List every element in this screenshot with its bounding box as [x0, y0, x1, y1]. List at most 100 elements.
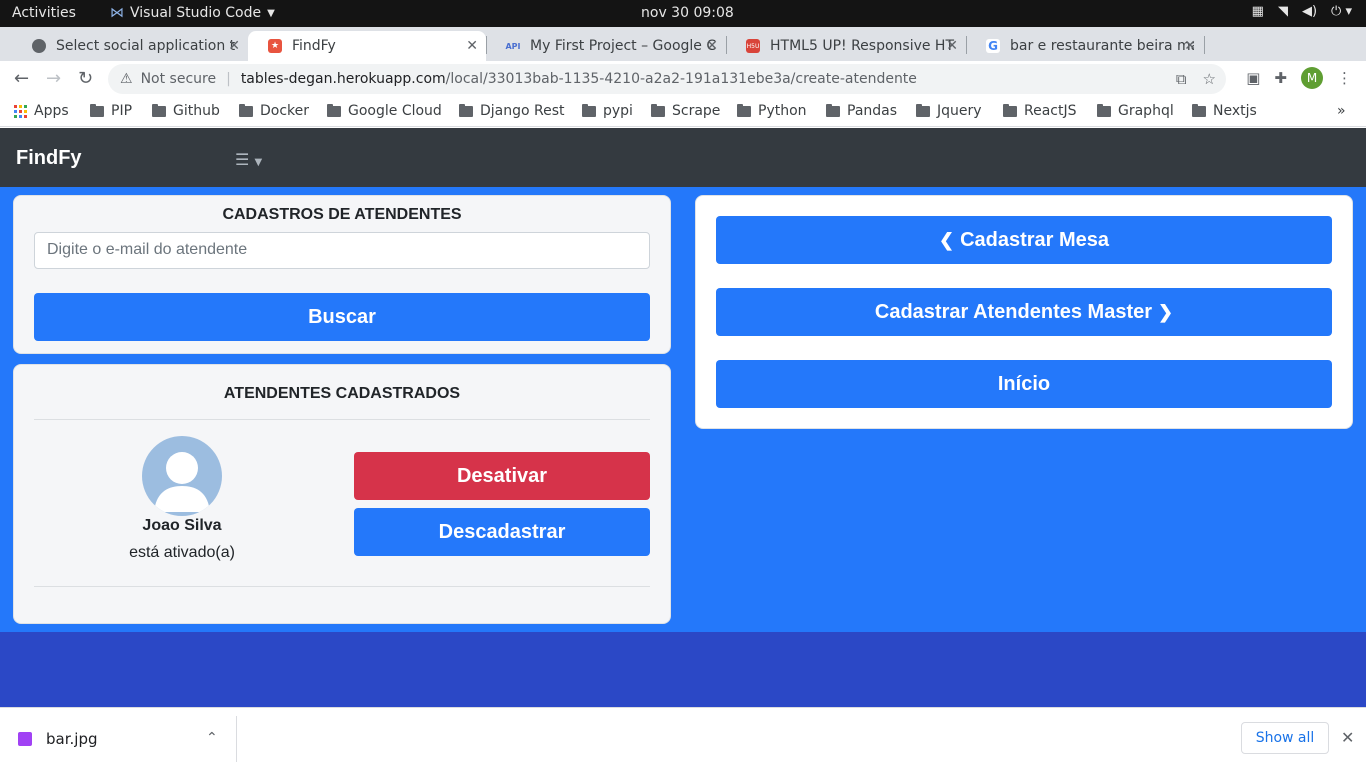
folder-icon [90, 103, 104, 117]
folder-icon [152, 103, 166, 117]
home-button[interactable]: Início [716, 360, 1332, 408]
downloads-bar: bar.jpg ⌃ Show all ✕ [0, 707, 1366, 768]
google-icon: G [986, 39, 1000, 53]
power-icon: ⏻ ▾ [1331, 4, 1352, 19]
forward-arrow-icon[interactable]: → [46, 68, 61, 89]
bookmark-folder[interactable]: Pandas [826, 103, 897, 119]
tab-google-search[interactable]: G bar e restaurante beira ma ✕ [966, 31, 1204, 61]
bookmark-label: PIP [111, 103, 133, 119]
translate-icon[interactable]: ⧉ [1176, 70, 1187, 88]
app-name: Visual Studio Code [130, 5, 262, 21]
tab-html5up[interactable]: H5U HTML5 UP! Responsive HT ✕ [726, 31, 966, 61]
bookmark-folder[interactable]: Github [152, 103, 220, 119]
bookmark-label: pypi [603, 103, 633, 119]
app-menu[interactable]: ⋈ Visual Studio Code ▼ [110, 5, 275, 21]
star-icon[interactable]: ☆ [1203, 70, 1216, 88]
divider [34, 419, 650, 420]
back-arrow-icon[interactable]: ← [14, 68, 29, 89]
app-navbar: FindFy ☰ ▼ [0, 128, 1366, 187]
bookmark-label: Apps [34, 103, 69, 119]
bookmark-label: Google Cloud [348, 103, 442, 119]
bookmark-folder[interactable]: Django Rest [459, 103, 565, 119]
folder-icon [582, 103, 596, 117]
bookmark-folder[interactable]: Docker [239, 103, 309, 119]
kebab-menu-icon[interactable]: ⋮ [1337, 69, 1352, 87]
extension-icon[interactable]: ▣ [1246, 69, 1260, 87]
api-icon: API [505, 41, 521, 51]
findfy-favicon-icon: ★ [268, 39, 282, 53]
tab-title: My First Project – Google C [530, 38, 716, 54]
caret-down-icon: ▼ [254, 157, 263, 168]
bookmarks-overflow-button[interactable]: » [1337, 103, 1346, 119]
tab-select-social[interactable]: Select social application t ✕ [12, 31, 248, 61]
close-tab-icon[interactable]: ✕ [946, 38, 958, 54]
activities-button[interactable]: Activities [12, 5, 76, 21]
reload-icon[interactable]: ↻ [78, 68, 93, 89]
folder-icon [737, 103, 751, 117]
register-masters-button[interactable]: Cadastrar Atendentes Master ❯ [716, 288, 1332, 336]
bookmark-folder[interactable]: Nextjs [1192, 103, 1257, 119]
tab-findfy[interactable]: ★ FindFy ✕ [248, 31, 486, 61]
system-tray[interactable]: ▦ ◥ ◀) ⏻ ▾ [1252, 4, 1352, 19]
email-search-input[interactable]: Digite o e-mail do atendente [34, 232, 650, 269]
address-bar[interactable]: ⚠ Not secure | tables-degan.herokuapp.co… [108, 64, 1226, 94]
bookmark-label: Pandas [847, 103, 898, 119]
bookmark-folder[interactable]: pypi [582, 103, 633, 119]
hamburger-menu-button[interactable]: ☰ ▼ [235, 150, 262, 169]
bookmark-folder[interactable]: Jquery [916, 103, 982, 119]
bookmark-folder[interactable]: PIP [90, 103, 132, 119]
bookmark-label: Github [173, 103, 220, 119]
tab-divider [1204, 36, 1205, 54]
bookmark-label: Docker [260, 103, 310, 119]
card-title: CADASTROS DE ATENDENTES [222, 206, 462, 223]
show-all-button[interactable]: Show all [1241, 722, 1329, 754]
security-label[interactable]: Not secure [141, 71, 217, 87]
unregister-button[interactable]: Descadastrar [354, 508, 650, 556]
clock[interactable]: nov 30 09:08 [641, 5, 734, 21]
folder-icon [327, 103, 341, 117]
deactivate-button[interactable]: Desativar [354, 452, 650, 500]
user-silhouette-icon [154, 452, 210, 512]
folder-icon [826, 103, 840, 117]
chevron-left-icon: ❮ [938, 229, 955, 250]
close-icon[interactable]: ✕ [1341, 728, 1354, 747]
profile-avatar[interactable]: M [1301, 67, 1323, 89]
bookmark-label: Nextjs [1213, 103, 1257, 119]
bookmark-label: Django Rest [480, 103, 565, 119]
close-tab-icon[interactable]: ✕ [1184, 38, 1196, 54]
folder-icon [1192, 103, 1206, 117]
workspace-icon: ▦ [1251, 4, 1264, 19]
close-tab-icon[interactable]: ✕ [706, 38, 718, 54]
tab-title: HTML5 UP! Responsive HT [770, 38, 955, 54]
registered-attendants-card: ATENDENTES CADASTRADOS Joao Silva está a… [13, 364, 671, 624]
search-button[interactable]: Buscar [34, 293, 650, 341]
card-title: ATENDENTES CADASTRADOS [223, 385, 461, 402]
download-item[interactable]: bar.jpg [18, 730, 97, 748]
volume-icon: ◀) [1301, 4, 1318, 19]
download-filename: bar.jpg [46, 730, 98, 748]
hamburger-icon: ☰ [235, 150, 250, 169]
bookmark-folder[interactable]: Graphql [1097, 103, 1174, 119]
tab-divider [726, 36, 727, 54]
register-table-button[interactable]: ❮ Cadastrar Mesa [716, 216, 1332, 264]
globe-icon [32, 39, 46, 53]
folder-icon [651, 103, 665, 117]
bookmark-folder[interactable]: Google Cloud [327, 103, 442, 119]
bookmark-folder[interactable]: ReactJS [1003, 103, 1077, 119]
bookmark-folder[interactable]: Scrape [651, 103, 720, 119]
folder-icon [1097, 103, 1111, 117]
close-tab-icon[interactable]: ✕ [228, 38, 240, 54]
close-tab-icon[interactable]: ✕ [466, 38, 478, 54]
navigation-card: ❮ Cadastrar Mesa Cadastrar Atendentes Ma… [695, 195, 1353, 429]
address-divider: | [226, 71, 231, 87]
chevron-up-icon[interactable]: ⌃ [206, 730, 218, 746]
tab-google-cloud[interactable]: API My First Project – Google C ✕ [486, 31, 726, 61]
bookmark-label: Python [758, 103, 807, 119]
bookmark-apps[interactable]: Apps [14, 103, 69, 119]
register-table-label: Cadastrar Mesa [960, 228, 1110, 251]
warning-icon: ⚠ [120, 71, 133, 87]
folder-icon [459, 103, 473, 117]
bookmark-folder[interactable]: Python [737, 103, 807, 119]
puzzle-icon[interactable]: ✚ [1274, 69, 1287, 87]
brand-logo[interactable]: FindFy [16, 147, 82, 170]
